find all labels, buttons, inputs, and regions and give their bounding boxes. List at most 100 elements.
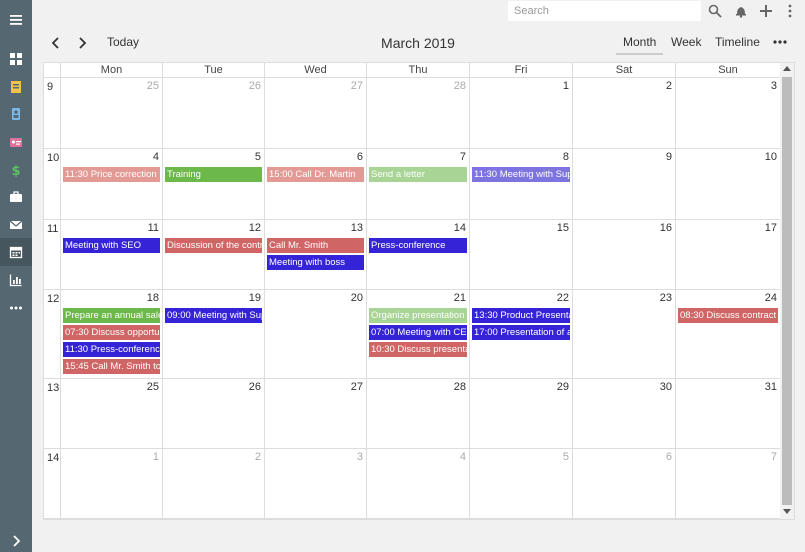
search-icon[interactable] [706,2,724,20]
tab-timeline[interactable]: Timeline [715,35,760,49]
calendar-event[interactable]: Organize presentation [369,308,467,323]
calendar-event[interactable]: Discussion of the contr [165,238,262,253]
day-number: 31 [764,381,777,393]
day-cell[interactable]: 25 [60,379,162,448]
calendar-event[interactable]: Send a letter [369,167,467,182]
day-cell[interactable]: 21 Organize presentation 07:00 Meeting wit… [366,290,469,378]
calendar-event[interactable]: 10:30 Discuss presenta [369,342,467,357]
dashboard-icon[interactable] [0,45,32,73]
day-cell[interactable]: 11 Meeting with SEO [60,220,162,289]
plus-icon[interactable] [757,2,775,20]
day-cell[interactable]: 26 [162,379,264,448]
weekday-label: Sat [572,63,675,78]
day-cell[interactable]: 4 11:30 Price correction [60,149,162,219]
day-cell[interactable]: 31 [675,379,780,448]
day-cell[interactable]: 7 Send a letter [366,149,469,219]
scroll-down-arrow-icon[interactable] [783,509,791,514]
day-cell[interactable]: 25 [60,78,162,148]
projects-icon[interactable] [0,73,32,101]
calendar-event[interactable]: 11:30 Price correction [63,167,160,182]
day-cell[interactable]: 7 [675,449,780,518]
day-cell[interactable]: 4 [366,449,469,518]
calendar-event[interactable]: 07:00 Meeting with CEO [369,325,467,340]
prev-month-button[interactable] [47,34,65,52]
day-cell[interactable]: 5 [469,449,572,518]
scrollbar-thumb[interactable] [782,77,792,505]
scroll-up-arrow-icon[interactable] [783,66,791,71]
calendar-event[interactable]: 15:45 Call Mr. Smith to [63,359,160,374]
calendar-event[interactable]: 15:00 Call Dr. Martin [267,167,364,182]
day-cell[interactable]: 10 [675,149,780,219]
more-options-icon[interactable] [771,35,789,49]
day-cell[interactable]: 12 Discussion of the contr [162,220,264,289]
scrollbar[interactable] [780,63,794,519]
day-cell[interactable]: 27 [264,78,366,148]
tab-month[interactable]: Month [623,35,656,49]
day-cell[interactable]: 2 [162,449,264,518]
day-cell[interactable]: 24 08:30 Discuss contract c [675,290,780,378]
day-cell[interactable]: 6 15:00 Call Dr. Martin [264,149,366,219]
calendar-event[interactable]: 11:30 Meeting with Sup [472,167,570,182]
day-cell[interactable]: 17 [675,220,780,289]
contacts-icon[interactable] [0,100,32,128]
day-cell[interactable]: 6 [572,449,675,518]
calendar-event[interactable]: 09:00 Meeting with Sup [165,308,262,323]
today-button[interactable]: Today [107,35,139,49]
calendar-event[interactable]: 13:30 Product Presenta [472,308,570,323]
day-cell[interactable]: 28 [366,379,469,448]
day-number: 16 [659,222,672,234]
day-cell[interactable]: 3 [675,78,780,148]
day-cell[interactable]: 26 [162,78,264,148]
day-cell[interactable]: 8 11:30 Meeting with Sup [469,149,572,219]
bell-icon[interactable] [732,2,750,20]
day-cell[interactable]: 28 [366,78,469,148]
weekday-header: Mon Tue Wed Thu Fri Sat Sun [44,63,780,78]
calendar-event[interactable]: Training [165,167,262,182]
expand-icon[interactable] [0,527,32,552]
calendar-event[interactable]: 07:30 Discuss opportur [63,325,160,340]
day-cell[interactable]: 14 Press-conference [366,220,469,289]
dollar-icon[interactable]: $ [0,156,32,184]
kebab-icon[interactable] [783,2,797,20]
day-cell[interactable]: 16 [572,220,675,289]
menu-icon[interactable] [0,6,32,34]
calendar-icon[interactable] [0,238,32,266]
day-cell[interactable]: 2 [572,78,675,148]
day-number: 1 [152,451,159,463]
next-month-button[interactable] [73,34,91,52]
day-cell[interactable]: 23 [572,290,675,378]
calendar-event[interactable]: 17:00 Presentation of a [472,325,570,340]
chart-icon[interactable] [0,266,32,294]
calendar-event[interactable]: Prepare an annual sale [63,308,160,323]
calendar-event[interactable]: Press-conference [369,238,467,253]
calendar-event[interactable]: 08:30 Discuss contract c [678,308,778,323]
calendar-event[interactable]: Meeting with SEO [63,238,160,253]
briefcase-icon[interactable] [0,183,32,211]
day-cell[interactable]: 13 Call Mr. Smith Meeting with boss [264,220,366,289]
more-icon[interactable] [0,294,32,322]
calendar-event[interactable]: Call Mr. Smith [267,238,364,253]
day-number: 14 [453,222,466,234]
day-number: 17 [764,222,777,234]
week-row: 12 18 Prepare an annual sale 07:30 Discuss … [44,290,780,379]
day-cell[interactable]: 3 [264,449,366,518]
day-cell[interactable]: 1 [469,78,572,148]
day-cell[interactable]: 30 [572,379,675,448]
id-card-icon[interactable] [0,128,32,156]
weekday-label: Fri [469,63,572,78]
mail-icon[interactable] [0,211,32,239]
day-cell[interactable]: 18 Prepare an annual sale 07:30 Discuss op… [60,290,162,378]
day-cell[interactable]: 19 09:00 Meeting with Sup [162,290,264,378]
day-cell[interactable]: 20 [264,290,366,378]
day-cell[interactable]: 9 [572,149,675,219]
tab-week[interactable]: Week [671,35,701,49]
day-cell[interactable]: 15 [469,220,572,289]
calendar-event[interactable]: Meeting with boss [267,255,364,270]
day-cell[interactable]: 22 13:30 Product Presenta 17:00 Presentati… [469,290,572,378]
day-cell[interactable]: 29 [469,379,572,448]
day-cell[interactable]: 1 [60,449,162,518]
calendar-event[interactable]: 11:30 Press-conference [63,342,160,357]
day-cell[interactable]: 27 [264,379,366,448]
search-input[interactable] [508,1,701,21]
day-cell[interactable]: 5 Training [162,149,264,219]
